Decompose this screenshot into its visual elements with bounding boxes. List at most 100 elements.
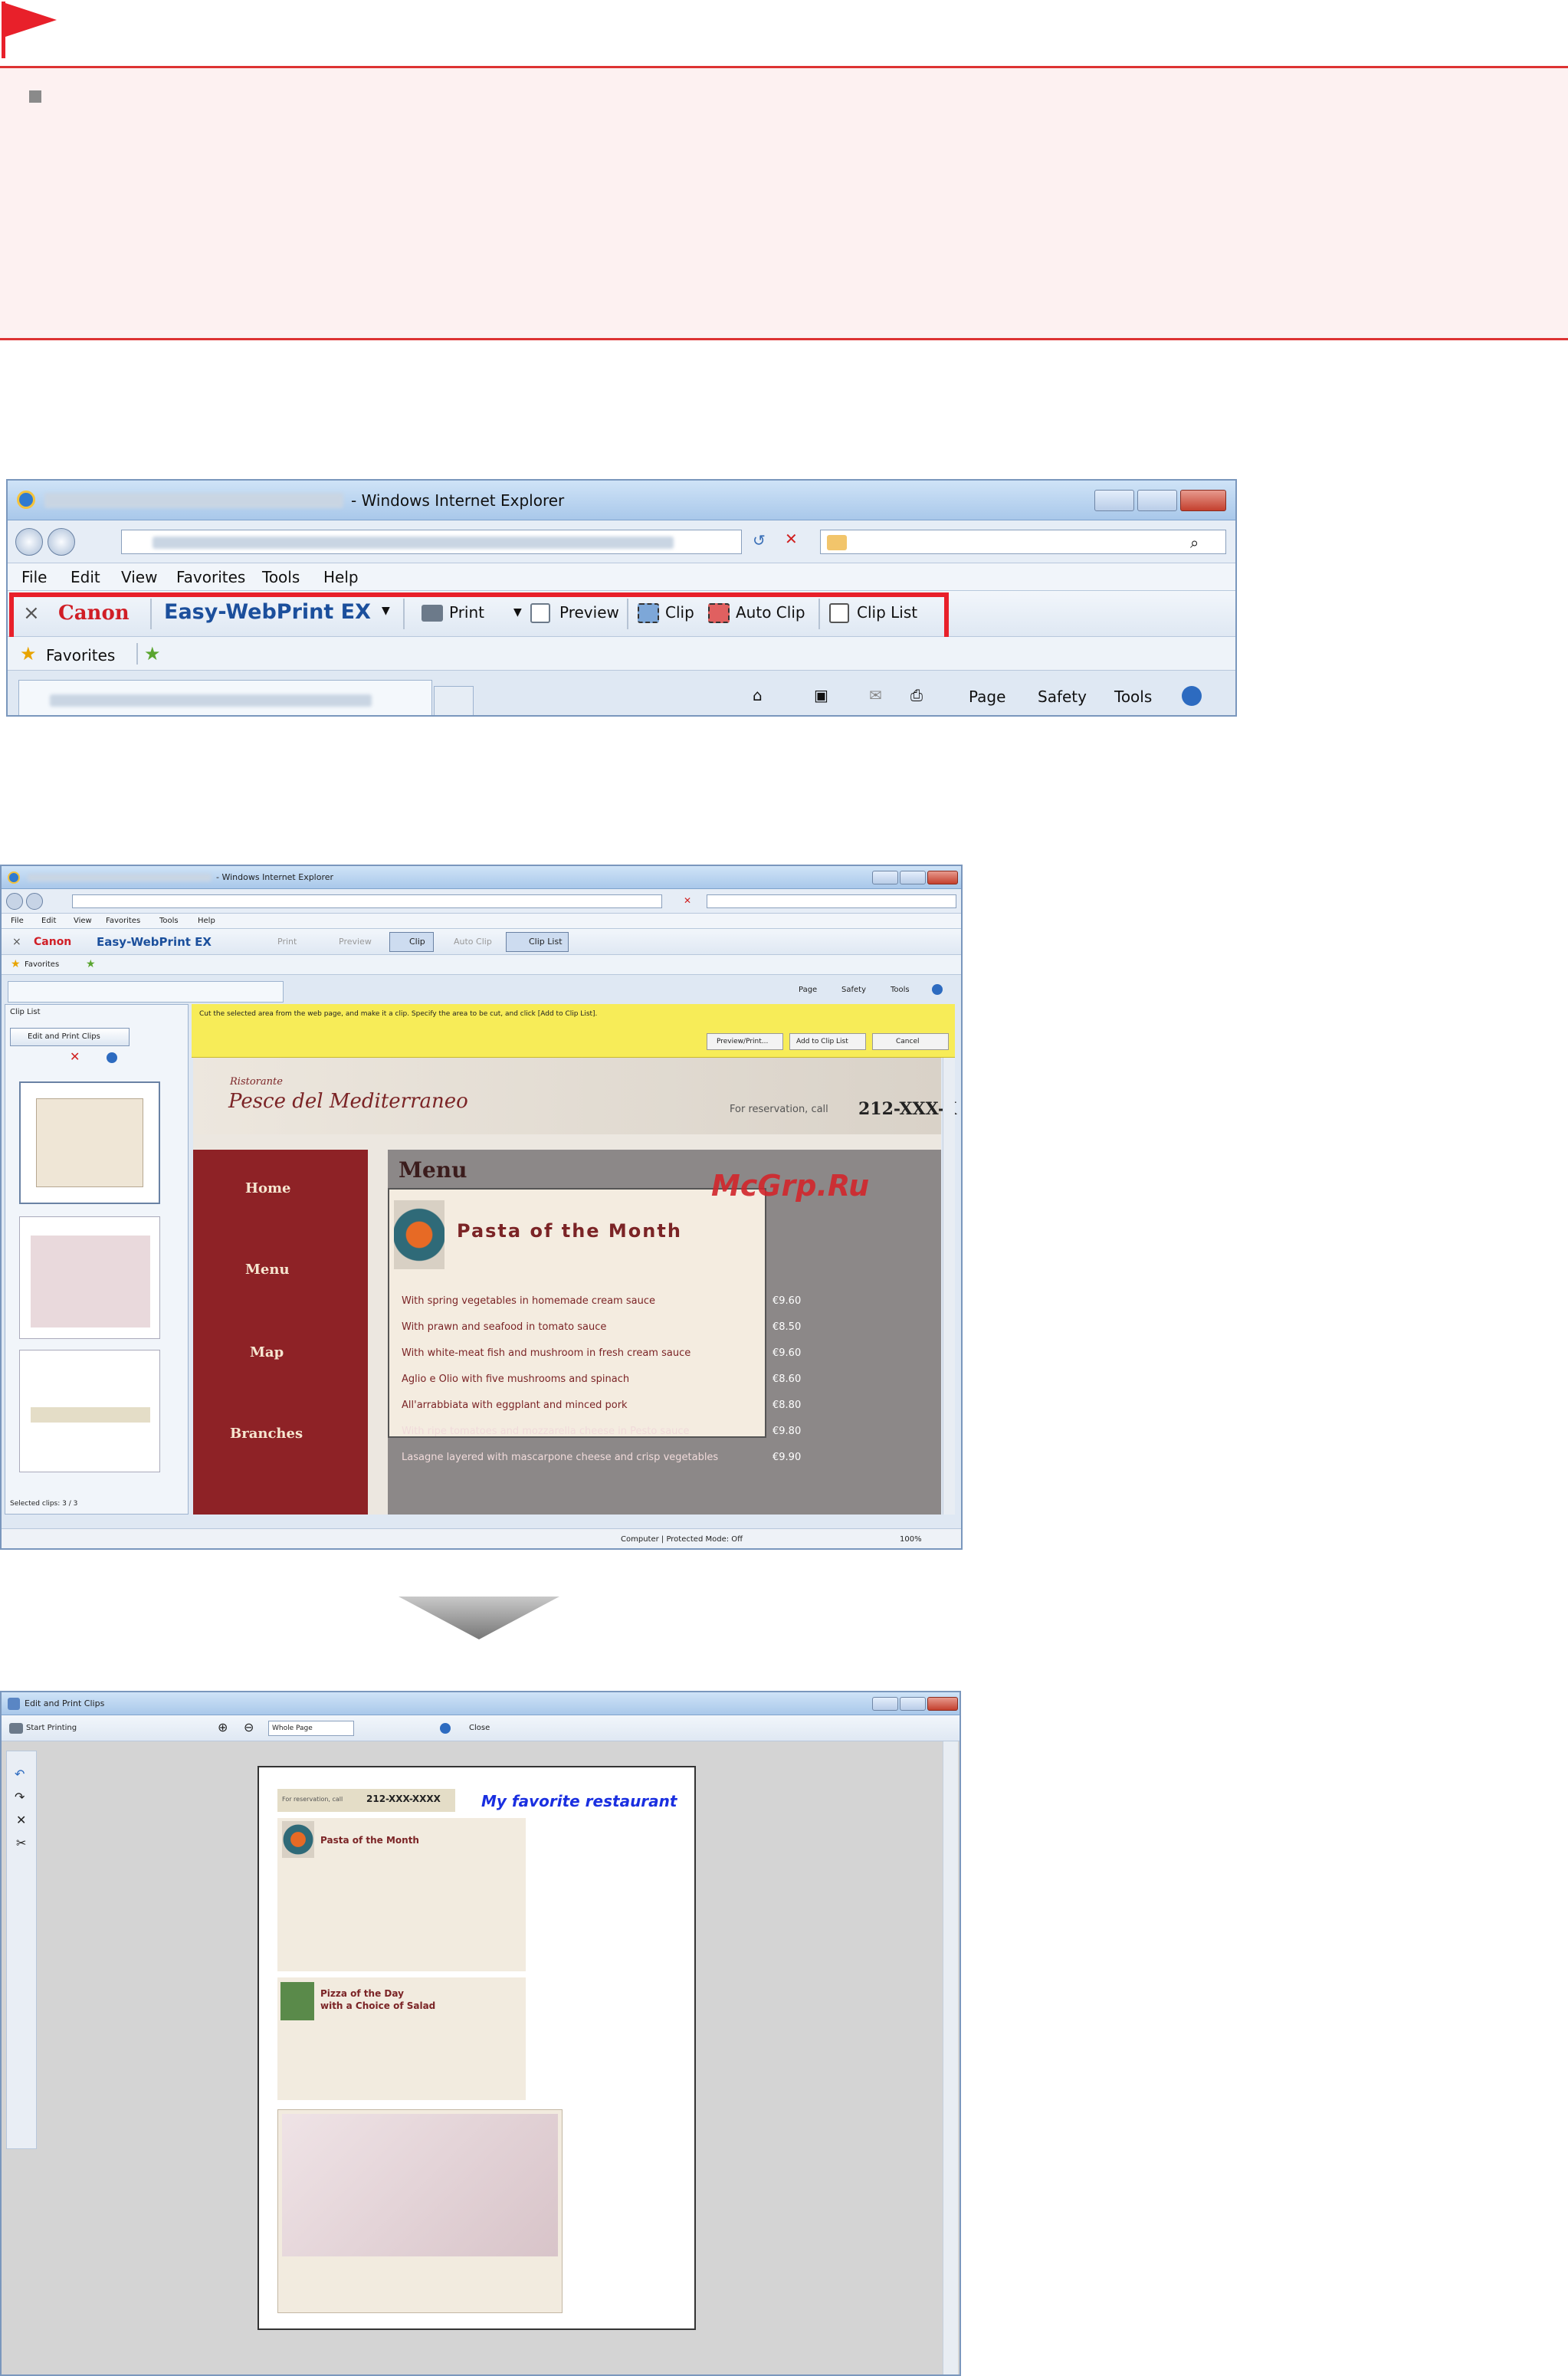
menu-tools[interactable]: Tools (262, 568, 300, 586)
cmd-page[interactable]: Page (799, 986, 817, 994)
stop-icon[interactable]: ✕ (684, 895, 691, 906)
close-window-button[interactable] (1180, 490, 1226, 511)
nav-menu[interactable]: Menu (245, 1262, 290, 1278)
nav-branches[interactable]: Branches (230, 1426, 303, 1442)
menu-edit[interactable]: Edit (41, 917, 56, 925)
clip-list-button[interactable]: Clip List (529, 937, 563, 947)
maximize-button[interactable] (900, 1697, 926, 1711)
menu-help[interactable]: Help (198, 917, 215, 925)
undo-icon[interactable]: ↶ (15, 1767, 25, 1781)
vertical-scrollbar[interactable] (943, 1058, 955, 1515)
tab-row: Page Safety Tools (2, 975, 961, 1003)
clip-thumbnail[interactable] (19, 1081, 160, 1204)
nav-map[interactable]: Map (250, 1344, 284, 1360)
forward-icon[interactable] (26, 893, 43, 910)
forward-icon[interactable] (48, 528, 75, 556)
address-row: ↺ ✕ ⌕ (8, 520, 1235, 563)
mail-icon[interactable]: ✉ (869, 686, 882, 704)
star-icon[interactable]: ★ (20, 643, 37, 665)
flag-icon (2, 2, 57, 58)
cancel-button[interactable]: Cancel (872, 1033, 949, 1050)
help-icon[interactable] (1182, 686, 1202, 706)
stop-icon[interactable]: ✕ (785, 530, 798, 548)
refresh-icon[interactable]: ↺ (753, 531, 766, 550)
cut-icon[interactable]: ✂ (16, 1836, 26, 1850)
maximize-button[interactable] (1137, 490, 1177, 511)
clip-button[interactable]: Clip (409, 937, 425, 947)
close-button[interactable]: Close (469, 1724, 490, 1732)
menu-help[interactable]: Help (323, 568, 359, 586)
cmd-page[interactable]: Page (969, 688, 1005, 706)
search-field[interactable] (707, 894, 956, 908)
menu-tools[interactable]: Tools (159, 917, 179, 925)
add-to-clip-list-button[interactable]: Add to Clip List (789, 1033, 866, 1050)
start-printing-button[interactable]: Start Printing (26, 1724, 77, 1732)
zoom-out-icon[interactable]: ⊖ (244, 1720, 254, 1734)
preview-button[interactable]: Preview (339, 937, 372, 947)
add-favorite-icon[interactable]: ★ (144, 643, 161, 665)
toolbar-close-button[interactable]: × (12, 936, 21, 948)
maximize-button[interactable] (900, 871, 926, 884)
minimize-button[interactable] (872, 1697, 898, 1711)
ie-window-toolbar: - Windows Internet Explorer ↺ ✕ ⌕ File E… (6, 479, 1237, 717)
print-button[interactable]: Print (277, 937, 297, 947)
address-field[interactable] (121, 530, 742, 554)
delete-icon[interactable]: ✕ (70, 1049, 80, 1064)
minimize-button[interactable] (1094, 490, 1134, 511)
menu-favorites[interactable]: Favorites (106, 917, 140, 925)
menu-favorites[interactable]: Favorites (176, 568, 245, 586)
arrow-down-icon (399, 1597, 559, 1639)
close-window-button[interactable] (927, 1697, 958, 1711)
menu-edit[interactable]: Edit (71, 568, 100, 586)
help-icon[interactable] (440, 1723, 451, 1734)
redo-icon[interactable]: ↷ (15, 1790, 25, 1804)
search-field[interactable]: ⌕ (820, 530, 1226, 554)
cmd-safety[interactable]: Safety (1038, 688, 1087, 706)
zoom-in-icon[interactable]: ⊕ (218, 1720, 228, 1734)
close-window-button[interactable] (927, 871, 958, 884)
auto-clip-button[interactable]: Auto Clip (454, 937, 492, 947)
add-favorite-icon[interactable]: ★ (86, 958, 96, 970)
menu-item: With spring vegetables in homemade cream… (402, 1295, 655, 1307)
home-icon[interactable]: ⌂ (753, 686, 763, 704)
search-icon[interactable]: ⌕ (1190, 533, 1199, 552)
menu-file[interactable]: File (11, 917, 24, 925)
menu-view[interactable]: View (74, 917, 92, 925)
zoom-level[interactable]: 100% (900, 1535, 922, 1544)
delete-icon[interactable]: ✕ (16, 1813, 26, 1827)
cmd-tools[interactable]: Tools (1114, 688, 1152, 706)
favorites-button[interactable]: Favorites (46, 646, 115, 665)
nav-home[interactable]: Home (245, 1180, 291, 1196)
preview-print-button[interactable]: Preview/Print... (707, 1033, 783, 1050)
menu-price: €9.80 (773, 1426, 802, 1437)
minimize-button[interactable] (872, 871, 898, 884)
title-bar: - Windows Internet Explorer (2, 866, 961, 889)
star-icon[interactable]: ★ (11, 958, 21, 970)
browser-tab[interactable] (18, 680, 432, 715)
pasta-thumb (282, 1821, 314, 1858)
clip-thumbnail[interactable] (19, 1216, 160, 1339)
menu-file[interactable]: File (21, 568, 47, 586)
cmd-safety[interactable]: Safety (841, 986, 866, 994)
new-tab[interactable] (434, 686, 474, 715)
vertical-scrollbar[interactable] (943, 1741, 958, 2374)
clip-thumbnail[interactable] (19, 1350, 160, 1472)
search-provider-icon (827, 535, 847, 550)
back-icon[interactable] (15, 528, 43, 556)
browser-tab[interactable] (8, 981, 284, 1003)
back-icon[interactable] (6, 893, 23, 910)
help-icon[interactable] (932, 984, 943, 995)
zoom-select[interactable]: Whole Page (268, 1721, 354, 1736)
print-icon[interactable]: ⎙ (910, 686, 923, 704)
menu-view[interactable]: View (121, 568, 157, 586)
address-field[interactable] (72, 894, 662, 908)
feeds-icon[interactable]: ▣ (814, 686, 828, 704)
cmd-tools[interactable]: Tools (891, 986, 910, 994)
favorites-button[interactable]: Favorites (25, 960, 59, 969)
favorites-bar: ★ Favorites ★ (8, 637, 1235, 671)
easy-webprint-menu[interactable]: Easy-WebPrint EX (97, 935, 212, 949)
restaurant-name: Pesce del Mediterraneo (228, 1090, 468, 1113)
help-icon[interactable] (107, 1052, 117, 1063)
edit-toolbar: Start Printing ⊕ ⊖ Whole Page Close (2, 1715, 959, 1741)
edit-print-clips-button[interactable]: Edit and Print Clips (10, 1028, 130, 1046)
